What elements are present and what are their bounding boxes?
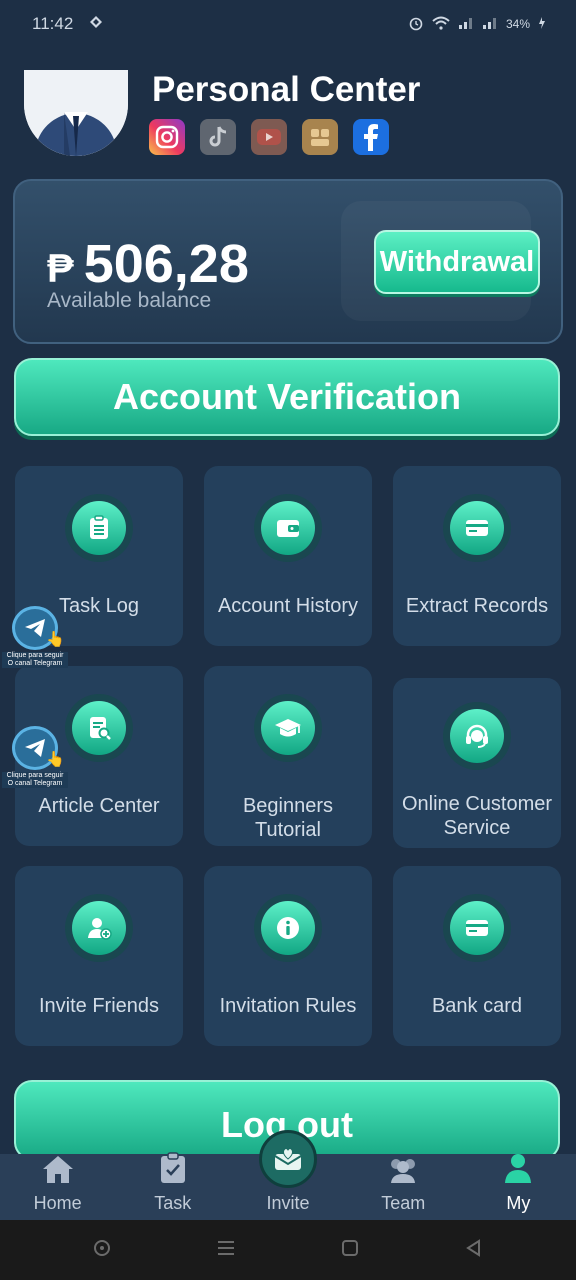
team-icon bbox=[385, 1156, 421, 1189]
nav-label: My bbox=[506, 1193, 531, 1213]
nav-invite[interactable]: Invite bbox=[230, 1130, 345, 1220]
balance-amount: ₱ 506,28 bbox=[47, 233, 249, 295]
tile-invitation-rules[interactable]: Invitation Rules bbox=[204, 866, 372, 1046]
tile-beginners-tutorial[interactable]: Beginners Tutorial bbox=[204, 666, 372, 846]
back-button[interactable] bbox=[464, 1238, 484, 1263]
nav-label: Invite bbox=[266, 1193, 310, 1213]
avatar[interactable] bbox=[24, 70, 128, 156]
youtube-icon[interactable] bbox=[251, 119, 287, 155]
telegram-caption-line1: Clique para seguir bbox=[6, 772, 64, 779]
telegram-caption-line1: Clique para seguir bbox=[6, 652, 64, 659]
account-verification-button[interactable]: Account Verification bbox=[14, 358, 560, 436]
home-icon bbox=[41, 1154, 75, 1189]
system-circle-button[interactable] bbox=[92, 1238, 112, 1263]
user-icon bbox=[502, 1152, 534, 1189]
tile-label: Account History bbox=[217, 595, 359, 617]
graduation-cap-icon bbox=[254, 694, 322, 762]
tile-bank-card[interactable]: Bank card bbox=[393, 866, 561, 1046]
telegram-caption: Clique para seguir O canal Telegram bbox=[2, 652, 68, 668]
nav-label: Home bbox=[33, 1193, 82, 1213]
tile-invite-friends[interactable]: Invite Friends bbox=[15, 866, 183, 1046]
tile-account-history[interactable]: Account History bbox=[204, 466, 372, 646]
battery-level: 34% bbox=[505, 17, 530, 31]
pointing-hand-icon: 👆 bbox=[46, 631, 65, 648]
tile-label: Extract Records bbox=[405, 595, 549, 617]
balance-label: Available balance bbox=[47, 289, 212, 312]
tile-label: Invite Friends bbox=[38, 995, 160, 1017]
envelope-heart-icon bbox=[259, 1130, 317, 1188]
battery-icon bbox=[538, 16, 546, 33]
wallet-icon bbox=[254, 494, 322, 562]
nav-team[interactable]: Team bbox=[346, 1154, 461, 1220]
currency-symbol: ₱ bbox=[47, 247, 74, 291]
social-links bbox=[149, 119, 389, 155]
balance-card: ₱ 506,28 Available balance Withdrawal bbox=[13, 179, 563, 344]
nav-my[interactable]: My bbox=[461, 1154, 576, 1220]
status-time: 11:42 bbox=[32, 14, 74, 33]
nav-label: Task bbox=[154, 1193, 192, 1213]
tile-label: Bank card bbox=[431, 995, 523, 1017]
telegram-caption-line2: O canal Telegram bbox=[7, 780, 63, 787]
telegram-badge[interactable]: 👆 Clique para seguir O canal Telegram bbox=[2, 726, 68, 788]
bank-card-icon bbox=[443, 894, 511, 962]
kwai-icon[interactable] bbox=[302, 119, 338, 155]
telegram-caption-line2: O canal Telegram bbox=[7, 660, 63, 667]
document-search-icon bbox=[65, 694, 133, 762]
pointing-hand-icon: 👆 bbox=[46, 751, 65, 768]
tile-extract-records[interactable]: Extract Records bbox=[393, 466, 561, 646]
info-icon bbox=[254, 894, 322, 962]
nav-home[interactable]: Home bbox=[0, 1154, 115, 1220]
system-nav-bar bbox=[0, 1220, 576, 1280]
telegram-badge[interactable]: 👆 Clique para seguir O canal Telegram bbox=[2, 606, 68, 668]
signal-icon bbox=[458, 16, 474, 33]
telegram-caption: Clique para seguir O canal Telegram bbox=[2, 772, 68, 788]
wifi-icon bbox=[432, 16, 450, 33]
clipboard-icon bbox=[159, 1152, 187, 1189]
tile-label: Invitation Rules bbox=[219, 995, 357, 1017]
bottom-nav: Home Task Invite Team My bbox=[0, 1130, 576, 1220]
facebook-icon[interactable] bbox=[353, 119, 389, 155]
home-button[interactable] bbox=[340, 1238, 360, 1263]
headset-icon bbox=[443, 702, 511, 770]
signal-icon-2 bbox=[482, 16, 498, 33]
tile-label: Online Customer Service bbox=[401, 793, 553, 839]
nav-task[interactable]: Task bbox=[115, 1152, 230, 1220]
list-icon bbox=[65, 494, 133, 562]
card-icon bbox=[443, 494, 511, 562]
status-bar: 11:42 34% bbox=[0, 0, 576, 48]
recent-apps-button[interactable] bbox=[216, 1238, 236, 1263]
alarm-icon bbox=[408, 15, 424, 34]
balance-value: 506,28 bbox=[83, 234, 249, 294]
tiktok-icon[interactable] bbox=[200, 119, 236, 155]
tile-label: Beginners Tutorial bbox=[242, 795, 334, 841]
withdrawal-button[interactable]: Withdrawal bbox=[374, 230, 540, 294]
add-user-icon bbox=[65, 894, 133, 962]
tile-online-customer-service[interactable]: Online Customer Service bbox=[393, 678, 561, 848]
tile-label: Task Log bbox=[58, 595, 140, 617]
app-notification-icon bbox=[89, 14, 103, 34]
tile-label: Article Center bbox=[38, 795, 160, 817]
page-title: Personal Center bbox=[152, 70, 421, 109]
nav-label: Team bbox=[381, 1193, 426, 1213]
instagram-icon[interactable] bbox=[149, 119, 185, 155]
